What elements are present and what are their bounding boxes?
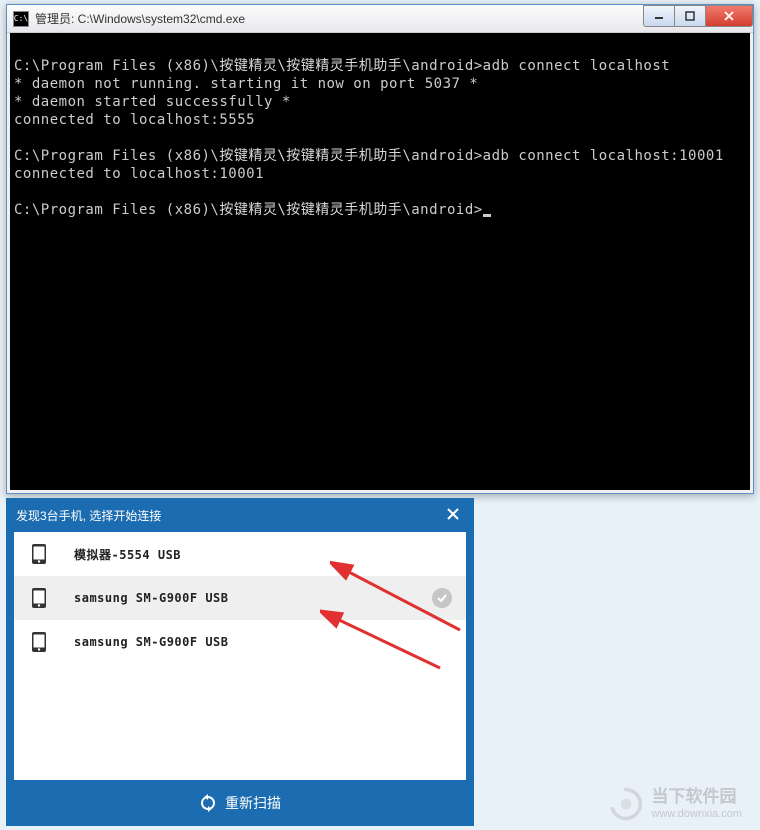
device-label: samsung SM-G900F USB xyxy=(74,635,452,649)
cmd-title: 管理员: C:\Windows\system32\cmd.exe xyxy=(35,10,644,27)
cmd-terminal-body[interactable]: C:\Program Files (x86)\按键精灵\按键精灵手机助手\and… xyxy=(7,33,753,493)
minimize-button[interactable] xyxy=(643,5,675,27)
dialog-header[interactable]: 发现3台手机, 选择开始连接 xyxy=(6,498,474,532)
phone-icon xyxy=(28,588,50,608)
refresh-icon xyxy=(199,794,217,812)
watermark-logo-icon xyxy=(608,786,644,822)
rescan-label: 重新扫描 xyxy=(225,793,281,813)
phone-connect-dialog: 发现3台手机, 选择开始连接 模拟器-5554 USB samsung SM-G9… xyxy=(6,498,474,826)
device-row[interactable]: samsung SM-G900F USB xyxy=(14,576,466,620)
watermark: 当下软件园 www.downxia.com xyxy=(608,786,742,822)
window-controls xyxy=(644,5,753,27)
close-icon xyxy=(446,507,460,521)
device-row[interactable]: 模拟器-5554 USB xyxy=(14,532,466,576)
dialog-title: 发现3台手机, 选择开始连接 xyxy=(16,507,442,524)
cmd-titlebar[interactable]: C:\ 管理员: C:\Windows\system32\cmd.exe xyxy=(7,5,753,33)
phone-icon xyxy=(28,632,50,652)
close-button[interactable] xyxy=(705,5,753,27)
device-row[interactable]: samsung SM-G900F USB xyxy=(14,620,466,664)
device-label: 模拟器-5554 USB xyxy=(74,546,452,563)
phone-icon xyxy=(28,544,50,564)
close-icon xyxy=(723,10,735,22)
device-label: samsung SM-G900F USB xyxy=(74,591,432,605)
maximize-icon xyxy=(685,11,695,21)
cmd-app-icon: C:\ xyxy=(13,11,29,27)
watermark-url: www.downxia.com xyxy=(652,808,742,821)
watermark-name: 当下软件园 xyxy=(652,787,742,807)
device-list: 模拟器-5554 USB samsung SM-G900F USB samsung … xyxy=(14,532,466,780)
rescan-button[interactable]: 重新扫描 xyxy=(6,780,474,826)
dialog-close-button[interactable] xyxy=(442,505,464,526)
minimize-icon xyxy=(654,11,664,21)
check-icon xyxy=(432,588,452,608)
maximize-button[interactable] xyxy=(674,5,706,27)
cmd-window: C:\ 管理员: C:\Windows\system32\cmd.exe C:\… xyxy=(6,4,754,494)
